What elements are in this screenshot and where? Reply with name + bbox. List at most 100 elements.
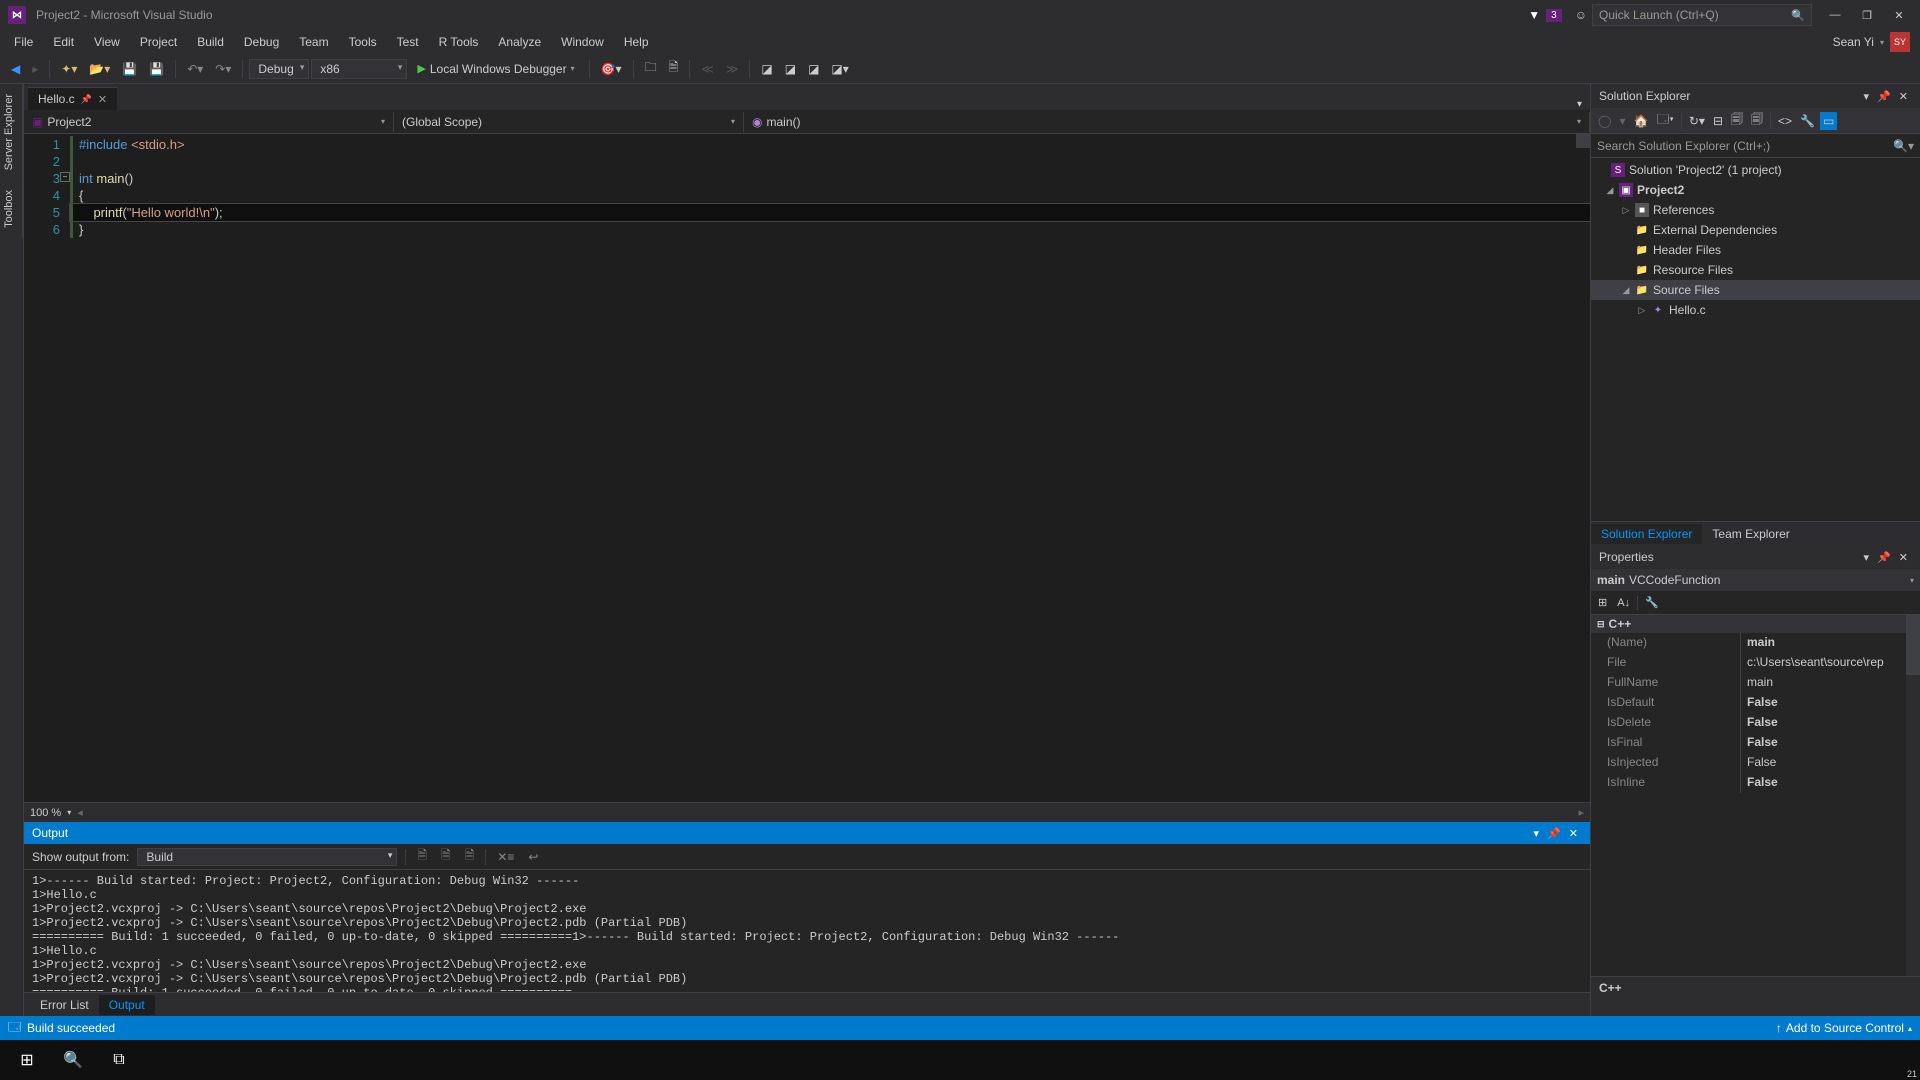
- bottom-tab-error-list[interactable]: Error List: [30, 995, 99, 1015]
- save-all-button[interactable]: 💾: [144, 59, 169, 79]
- prop-row[interactable]: Filec:\Users\seant\source\rep: [1591, 653, 1920, 673]
- code-line[interactable]: printf("Hello world!\n");: [70, 204, 1590, 221]
- platform-select[interactable]: x86: [311, 59, 407, 79]
- tree-resource-files[interactable]: 📁 Resource Files: [1591, 260, 1920, 280]
- se-back-icon[interactable]: ◯: [1595, 112, 1614, 130]
- output-tool-3[interactable]: 🗎: [462, 846, 478, 867]
- output-tool-1[interactable]: 🗎: [414, 846, 430, 867]
- se-sync-icon[interactable]: 🗔▾: [1653, 108, 1676, 133]
- prop-category-cpp[interactable]: ⊟C++: [1591, 615, 1920, 633]
- config-select[interactable]: Debug: [249, 59, 309, 79]
- output-pin-icon[interactable]: 📌: [1543, 827, 1565, 840]
- fold-icon[interactable]: −: [60, 172, 70, 182]
- undo-button[interactable]: ↶▾: [182, 59, 208, 79]
- maximize-button[interactable]: ❐: [1854, 5, 1880, 25]
- nav-scope-select[interactable]: (Global Scope) ▾: [394, 112, 744, 132]
- se-code-icon[interactable]: <>: [1775, 112, 1795, 130]
- output-from-select[interactable]: Build: [137, 848, 397, 866]
- feedback-icon[interactable]: ☺: [1570, 5, 1592, 25]
- bottom-tab-output[interactable]: Output: [99, 995, 155, 1015]
- start-debug-button[interactable]: ▶ Local Windows Debugger ▾: [409, 59, 582, 79]
- close-tab-icon[interactable]: ✕: [98, 93, 107, 106]
- se-preview-icon[interactable]: ▭: [1820, 112, 1837, 130]
- prop-alpha-icon[interactable]: A↓: [1614, 595, 1633, 611]
- indent-right-icon[interactable]: ≫: [721, 59, 744, 79]
- code-line[interactable]: int main(): [70, 170, 1590, 187]
- tree-solution[interactable]: S Solution 'Project2' (1 project): [1591, 160, 1920, 180]
- se-collapse-icon[interactable]: ⊟: [1710, 112, 1726, 130]
- tree-references[interactable]: ▷■ References: [1591, 200, 1920, 220]
- user-account[interactable]: Sean Yi ▾ SY: [1833, 32, 1916, 52]
- editor-splitter-icon[interactable]: [1576, 134, 1590, 148]
- scroll-left-icon[interactable]: ◂: [77, 806, 83, 819]
- prop-pages-icon[interactable]: 🔧: [1642, 594, 1662, 611]
- prop-row[interactable]: IsDefaultFalse: [1591, 693, 1920, 713]
- properties-object-select[interactable]: main VCCodeFunction ▾: [1591, 569, 1920, 591]
- menu-help[interactable]: Help: [614, 32, 659, 52]
- tree-header-files[interactable]: 📁 Header Files: [1591, 240, 1920, 260]
- tree-external[interactable]: 📁 External Dependencies: [1591, 220, 1920, 240]
- menu-file[interactable]: File: [4, 32, 43, 52]
- se-refresh-icon[interactable]: ↻▾: [1686, 112, 1708, 130]
- se-tree[interactable]: S Solution 'Project2' (1 project) ◢▣ Pro…: [1591, 158, 1920, 521]
- output-wrap-icon[interactable]: ↩: [525, 850, 541, 864]
- tool-icon-1[interactable]: 🎯▾: [596, 59, 627, 79]
- menu-window[interactable]: Window: [551, 32, 614, 52]
- se-tab-solution-explorer[interactable]: Solution Explorer: [1591, 524, 1702, 544]
- se-close-icon[interactable]: ✕: [1895, 90, 1912, 103]
- menu-project[interactable]: Project: [130, 32, 187, 52]
- menu-tools[interactable]: Tools: [339, 32, 387, 52]
- menu-debug[interactable]: Debug: [234, 32, 289, 52]
- output-title-bar[interactable]: Output ▾ 📌 ✕: [24, 822, 1590, 844]
- menu-team[interactable]: Team: [289, 32, 338, 52]
- new-project-button[interactable]: ✦▾: [56, 59, 82, 79]
- menu-analyze[interactable]: Analyze: [488, 32, 551, 52]
- output-tool-2[interactable]: 🗎: [438, 846, 454, 867]
- pin-icon[interactable]: 📌: [81, 94, 92, 105]
- prop-row[interactable]: IsFinalFalse: [1591, 733, 1920, 753]
- scroll-right-icon[interactable]: ▸: [1578, 806, 1584, 819]
- redo-button[interactable]: ↷▾: [210, 59, 236, 79]
- properties-grid[interactable]: ⊟C++ (Name)mainFilec:\Users\seant\source…: [1591, 615, 1920, 976]
- se-tab-team-explorer[interactable]: Team Explorer: [1702, 524, 1799, 544]
- zoom-value[interactable]: 100 %: [30, 807, 61, 819]
- se-home-icon[interactable]: 🏠: [1630, 112, 1651, 130]
- output-close-icon[interactable]: ✕: [1565, 827, 1582, 840]
- prop-pin-icon[interactable]: 📌: [1873, 551, 1895, 564]
- prop-categorized-icon[interactable]: ⊞: [1595, 594, 1610, 611]
- indent-left-icon[interactable]: ≪: [696, 59, 719, 79]
- bookmark-clear-icon[interactable]: ◪▾: [826, 59, 853, 79]
- start-button[interactable]: ⊞: [4, 1040, 50, 1080]
- open-file-button[interactable]: 📂▾: [84, 59, 115, 79]
- prop-row[interactable]: IsDeleteFalse: [1591, 713, 1920, 733]
- output-dropdown-icon[interactable]: ▾: [1530, 827, 1544, 840]
- prop-dropdown-icon[interactable]: ▾: [1860, 551, 1874, 564]
- task-view-button[interactable]: ⧉: [96, 1040, 142, 1080]
- expander-icon[interactable]: ▷: [1621, 205, 1631, 216]
- nav-fwd-button[interactable]: ▸: [27, 59, 43, 79]
- zoom-dropdown-icon[interactable]: ▾: [67, 808, 71, 817]
- minimize-button[interactable]: —: [1822, 5, 1848, 25]
- doc-tab-hello-c[interactable]: Hello.c 📌 ✕: [28, 87, 117, 110]
- expander-icon[interactable]: ▷: [1637, 305, 1647, 316]
- code-line[interactable]: }: [70, 221, 1590, 238]
- bookmark-icon[interactable]: ◪: [756, 59, 777, 79]
- source-control-button[interactable]: ↑ Add to Source Control ▴: [1776, 1021, 1912, 1035]
- menu-r-tools[interactable]: R Tools: [429, 32, 489, 52]
- se-fwd-icon[interactable]: ▾: [1616, 112, 1628, 130]
- se-search-input[interactable]: Search Solution Explorer (Ctrl+;) 🔍▾: [1591, 134, 1920, 158]
- se-wrench-icon[interactable]: 🔧: [1797, 112, 1818, 130]
- nav-member-select[interactable]: ◉ main() ▾: [744, 112, 1590, 132]
- tool-icon-3[interactable]: 🗎: [664, 55, 684, 82]
- nav-project-select[interactable]: ▣ Project2 ▾: [24, 112, 394, 132]
- expander-icon[interactable]: ◢: [1605, 185, 1615, 196]
- menu-build[interactable]: Build: [187, 32, 234, 52]
- bookmark-next-icon[interactable]: ◪: [803, 59, 824, 79]
- menu-edit[interactable]: Edit: [43, 32, 84, 52]
- menu-test[interactable]: Test: [387, 32, 429, 52]
- tree-source-files[interactable]: ◢📁 Source Files: [1591, 280, 1920, 300]
- dock-tab-server-explorer[interactable]: Server Explorer: [0, 84, 23, 180]
- se-dropdown-icon[interactable]: ▾: [1860, 90, 1874, 103]
- dock-tab-toolbox[interactable]: Toolbox: [0, 180, 23, 238]
- prop-row[interactable]: IsInlineFalse: [1591, 773, 1920, 793]
